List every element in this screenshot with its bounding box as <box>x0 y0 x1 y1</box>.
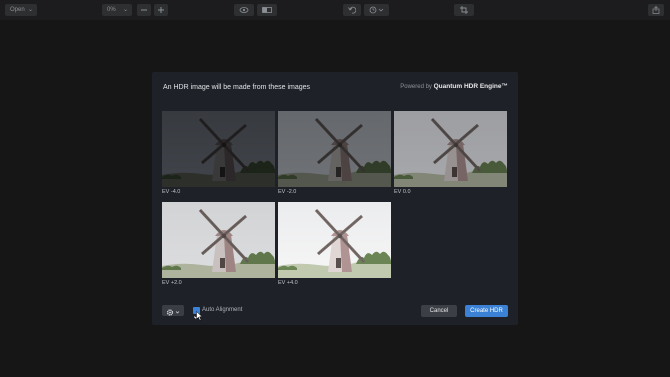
hdr-dialog: An HDR image will be made from these ima… <box>152 72 518 325</box>
hdr-source-image[interactable]: EV +2.0 <box>162 202 275 286</box>
powered-by: Powered by Quantum HDR Engine™ <box>400 83 508 90</box>
image-thumbnail <box>394 111 507 187</box>
minus-icon <box>141 9 147 11</box>
undo-button[interactable] <box>343 4 361 16</box>
powered-prefix: Powered by <box>400 84 432 90</box>
windmill-image-ev-0 <box>394 111 507 187</box>
top-toolbar: Open ⌄ 0% ⌄ <box>0 0 670 20</box>
zoom-value: 0% <box>107 7 116 13</box>
share-icon <box>652 6 660 14</box>
hdr-source-image[interactable]: EV -2.0 <box>278 111 391 195</box>
preview-button[interactable] <box>234 4 254 16</box>
mouse-cursor-icon <box>196 311 203 321</box>
open-label: Open <box>10 7 25 13</box>
chevron-down-icon: ⌄ <box>122 7 128 13</box>
auto-alignment-label[interactable]: Auto Alignment <box>202 307 242 313</box>
exposure-caption: EV +2.0 <box>162 280 182 286</box>
exposure-caption: EV -4.0 <box>162 189 181 195</box>
engine-brand: Quantum HDR Engine™ <box>433 83 508 90</box>
history-icon <box>369 6 383 14</box>
exposure-caption: EV +4.0 <box>278 280 298 286</box>
history-button[interactable] <box>364 4 389 16</box>
compare-button[interactable] <box>257 4 277 16</box>
windmill-image-ev-plus-4 <box>278 202 391 278</box>
exposure-caption: EV 0.0 <box>394 189 411 195</box>
hdr-source-image[interactable]: EV 0.0 <box>394 111 507 195</box>
crop-button[interactable] <box>454 4 474 16</box>
crop-icon <box>460 6 468 14</box>
eye-icon <box>239 7 249 13</box>
dialog-title: An HDR image will be made from these ima… <box>163 84 311 91</box>
zoom-select[interactable]: 0% ⌄ <box>102 4 132 16</box>
settings-dropdown-button[interactable] <box>162 305 184 316</box>
image-thumbnail <box>278 202 391 278</box>
share-button[interactable] <box>648 4 664 16</box>
windmill-image-ev-plus-2 <box>162 202 275 278</box>
exposure-caption: EV -2.0 <box>278 189 297 195</box>
gear-icon <box>166 309 180 316</box>
cancel-button[interactable]: Cancel <box>421 305 457 317</box>
hdr-source-image[interactable]: EV +4.0 <box>278 202 391 286</box>
zoom-out-button[interactable] <box>137 4 151 16</box>
image-thumbnail <box>162 111 275 187</box>
windmill-image-ev-minus-2 <box>278 111 391 187</box>
undo-icon <box>348 6 356 14</box>
open-button[interactable]: Open ⌄ <box>5 4 37 16</box>
zoom-in-button[interactable] <box>154 4 168 16</box>
plus-icon <box>158 7 164 13</box>
compare-icon <box>262 7 272 13</box>
create-hdr-button[interactable]: Create HDR <box>465 305 508 317</box>
image-thumbnail <box>162 202 275 278</box>
windmill-image-ev-minus-4 <box>162 111 275 187</box>
chevron-down-icon: ⌄ <box>27 7 33 13</box>
hdr-source-image[interactable]: EV -4.0 <box>162 111 275 195</box>
image-thumbnail <box>278 111 391 187</box>
